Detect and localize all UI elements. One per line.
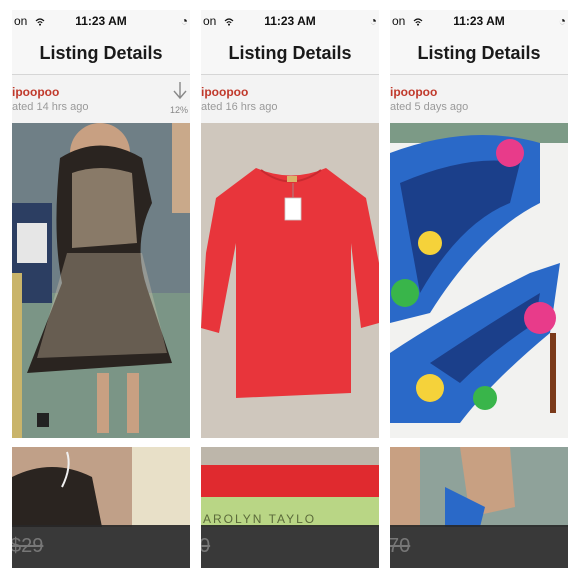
status-bar: on 11:23 AM ◔ xyxy=(12,10,190,32)
seller-info[interactable]: ipoopoo ated 16 hrs ago xyxy=(201,75,379,123)
listing-price: 70 xyxy=(390,535,411,557)
price-bar: 70 xyxy=(390,525,568,568)
listing-photo-floral-heels[interactable] xyxy=(390,123,568,438)
clock: 11:23 AM xyxy=(75,14,127,28)
seller-name[interactable]: ipoopoo xyxy=(390,85,437,99)
listing-photo-red-sweater[interactable] xyxy=(201,123,379,438)
listing-panel-1: on 11:23 AM ◔ Listing Details ipoopoo at… xyxy=(12,10,190,568)
status-bar: on 11:23 AM ◔ xyxy=(390,10,568,32)
status-bar: on 11:23 AM ◔ xyxy=(201,10,379,32)
nav-title: Listing Details xyxy=(201,32,379,75)
orientation-lock-icon: ◔ xyxy=(558,14,566,28)
clock: 11:23 AM xyxy=(264,14,316,28)
photo-gap xyxy=(201,438,379,447)
listing-photo-heel-worn[interactable] xyxy=(390,447,568,527)
photo-gap xyxy=(12,438,190,447)
listing-photo-dress-back[interactable] xyxy=(12,447,190,527)
seller-name[interactable]: ipoopoo xyxy=(12,85,59,99)
clock: 11:23 AM xyxy=(453,14,505,28)
nav-title: Listing Details xyxy=(12,32,190,75)
download-percent: 12% xyxy=(169,105,188,115)
listing-price: 0 xyxy=(201,535,211,557)
seller-info[interactable]: ipoopoo ated 5 days ago xyxy=(390,75,568,123)
updated-time: ated 16 hrs ago xyxy=(201,101,278,113)
seller-info[interactable]: ipoopoo ated 14 hrs ago 12% xyxy=(12,75,190,123)
listing-photo-sweater-label[interactable]: AROLYN TAYLO xyxy=(201,447,379,527)
listing-price: $29 xyxy=(12,535,44,557)
orientation-lock-icon: ◔ xyxy=(180,14,188,28)
label-text: AROLYN TAYLO xyxy=(203,512,316,526)
updated-time: ated 14 hrs ago xyxy=(12,101,89,113)
seller-name[interactable]: ipoopoo xyxy=(201,85,248,99)
listing-panel-2: on 11:23 AM ◔ Listing Details ipoopoo at… xyxy=(201,10,379,568)
nav-title: Listing Details xyxy=(390,32,568,75)
price-bar: $29 xyxy=(12,525,190,568)
updated-time: ated 5 days ago xyxy=(390,101,469,113)
listing-panel-3: on 11:23 AM ◔ Listing Details ipoopoo at… xyxy=(390,10,568,568)
photo-gap xyxy=(390,438,568,447)
download-arrow-icon[interactable] xyxy=(172,81,188,101)
price-bar: 0 xyxy=(201,525,379,568)
listing-photo-lace-dress[interactable] xyxy=(12,123,190,438)
orientation-lock-icon: ◔ xyxy=(369,14,377,28)
